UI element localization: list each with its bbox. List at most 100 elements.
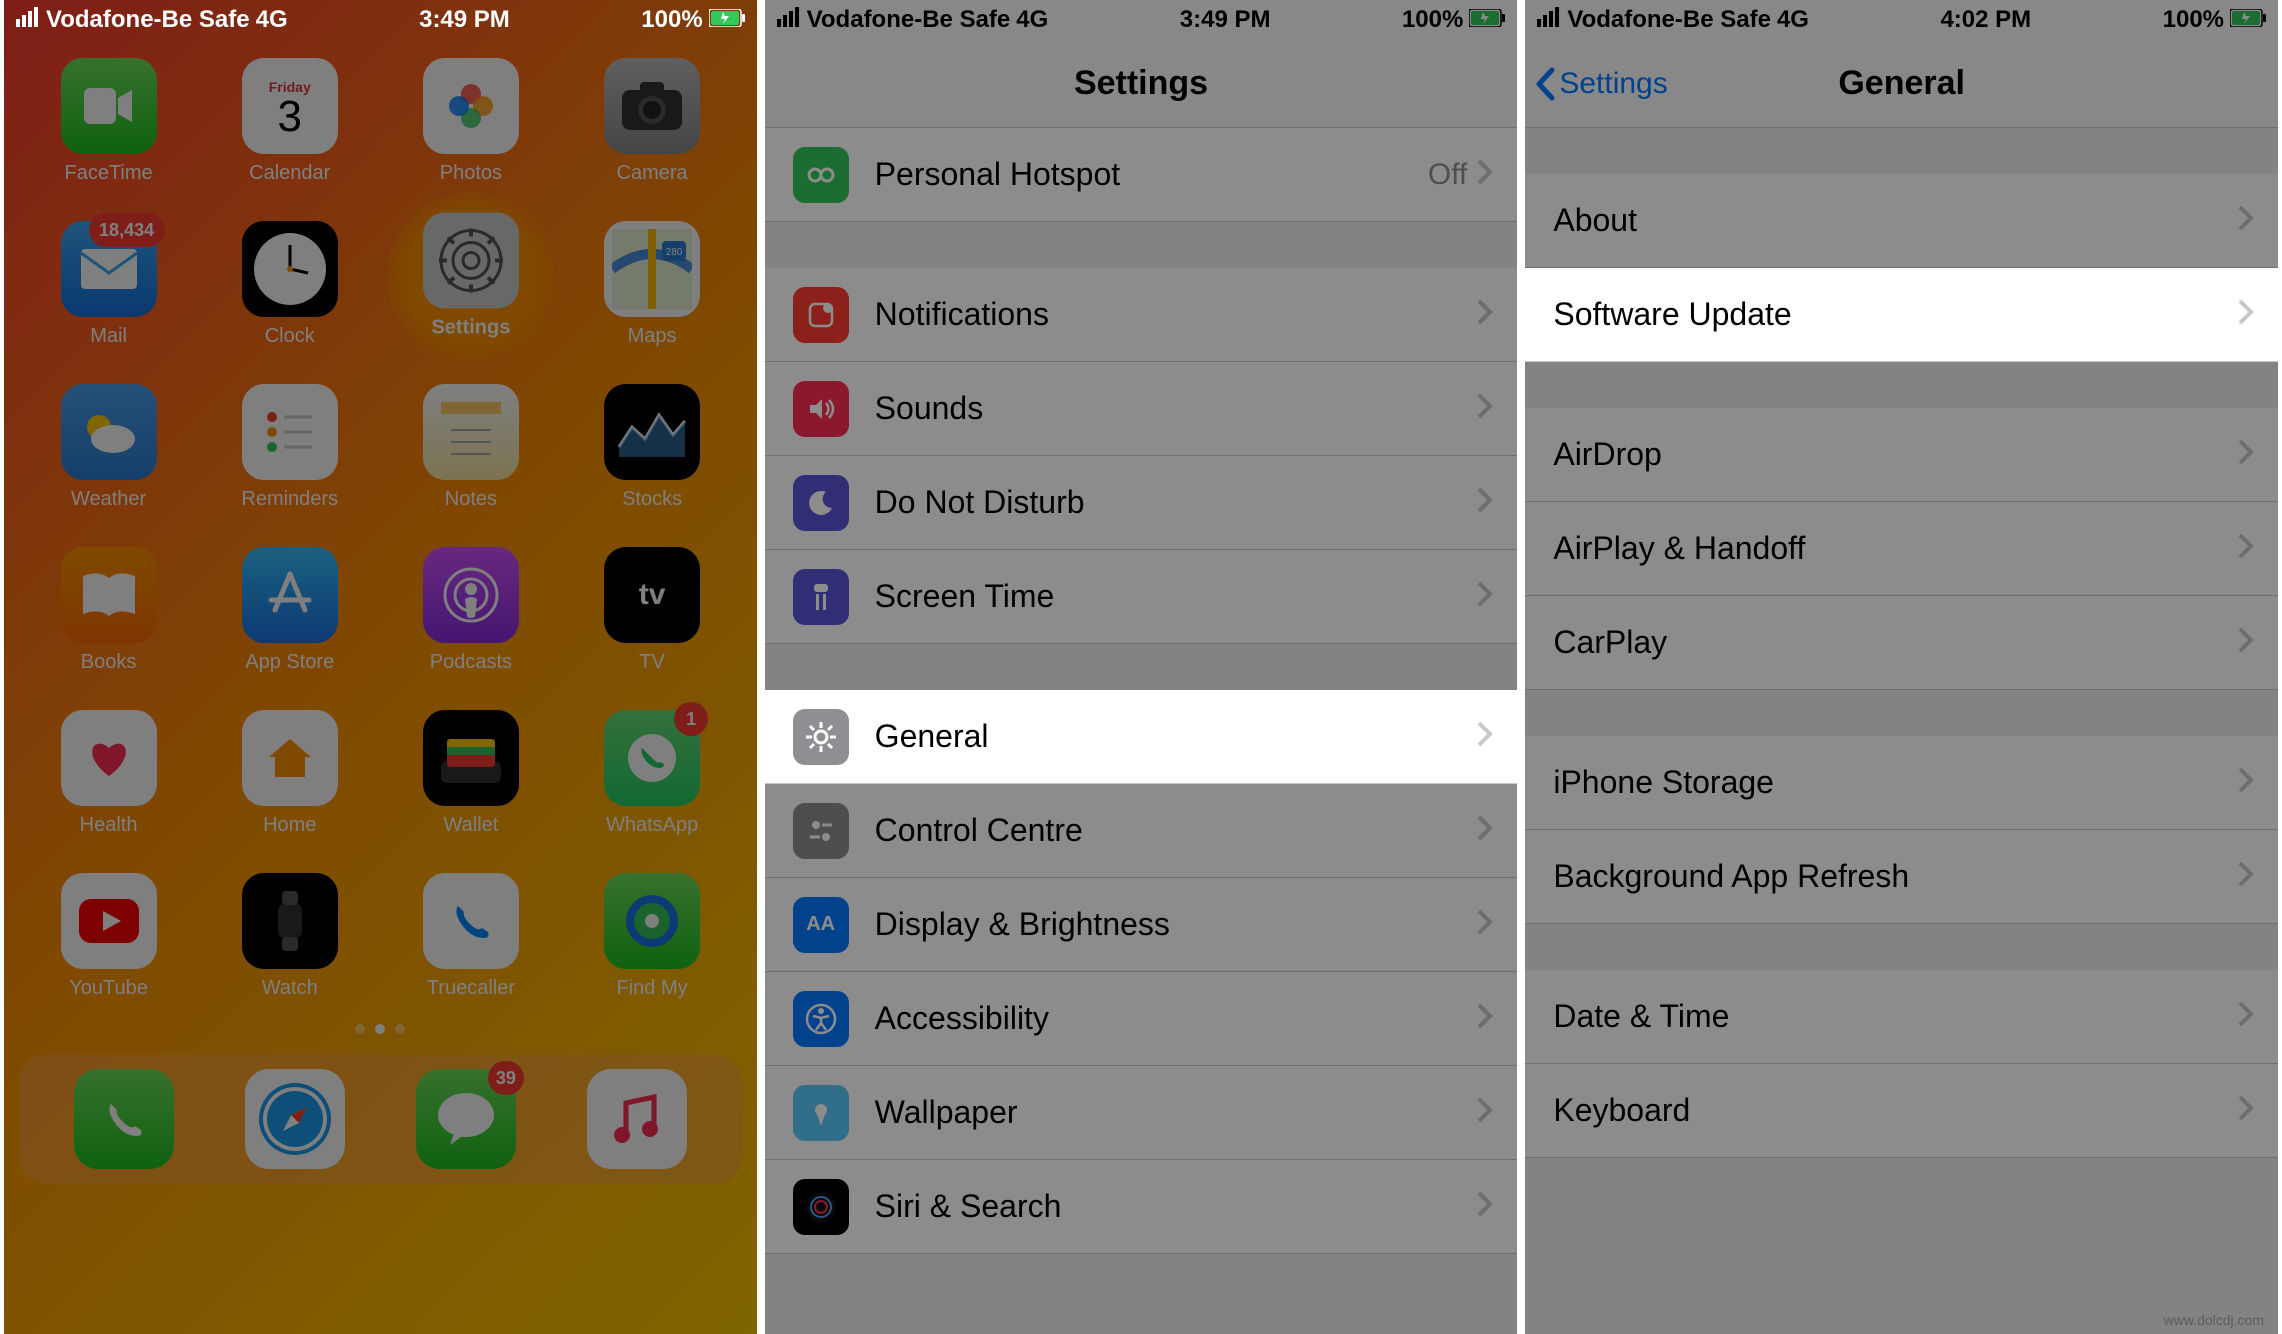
- chevron-right-icon: [1477, 1003, 1493, 1034]
- app-settings[interactable]: Settings Settings: [390, 221, 551, 348]
- chevron-right-icon: [2238, 439, 2254, 470]
- network-label: 4G: [1016, 6, 1048, 34]
- row-do-not-disturb[interactable]: Do Not Disturb: [765, 456, 1518, 550]
- chevron-right-icon: [1477, 581, 1493, 612]
- camera-icon: [604, 58, 700, 154]
- app-maps[interactable]: 280Maps: [572, 221, 733, 348]
- app-mail[interactable]: 18,434Mail: [28, 221, 189, 348]
- chevron-right-icon: [2238, 861, 2254, 892]
- row-airplay-handoff[interactable]: AirPlay & Handoff: [1525, 502, 2278, 596]
- row-general[interactable]: General: [765, 690, 1518, 784]
- general-list[interactable]: About Software Update AirDrop AirPlay & …: [1525, 174, 2278, 1158]
- youtube-icon: [61, 873, 157, 969]
- signal-icon: [777, 6, 801, 34]
- chevron-right-icon: [1477, 1191, 1493, 1222]
- dock-phone[interactable]: [74, 1069, 174, 1169]
- row-about[interactable]: About: [1525, 174, 2278, 268]
- battery-icon: [2230, 6, 2266, 34]
- row-personal-hotspot[interactable]: Personal Hotspot Off: [765, 128, 1518, 222]
- books-icon: [61, 547, 157, 643]
- row-keyboard[interactable]: Keyboard: [1525, 1064, 2278, 1158]
- dock-messages[interactable]: 39: [416, 1069, 516, 1169]
- control-centre-icon: [793, 803, 849, 859]
- row-airdrop[interactable]: AirDrop: [1525, 408, 2278, 502]
- watermark: www.dolcdj.com: [2164, 1312, 2264, 1328]
- app-watch[interactable]: Watch: [209, 873, 370, 1000]
- app-clock[interactable]: Clock: [209, 221, 370, 348]
- dock-music[interactable]: [587, 1069, 687, 1169]
- chevron-right-icon: [1477, 487, 1493, 518]
- app-appstore[interactable]: App Store: [209, 547, 370, 674]
- app-notes[interactable]: Notes: [390, 384, 551, 511]
- messages-icon: 39: [416, 1069, 516, 1169]
- row-siri-search[interactable]: Siri & Search: [765, 1160, 1518, 1254]
- app-whatsapp[interactable]: 1WhatsApp: [572, 710, 733, 837]
- dock-safari[interactable]: [245, 1069, 345, 1169]
- row-notifications[interactable]: Notifications: [765, 268, 1518, 362]
- nav-bar: Settings General: [1525, 40, 2278, 128]
- hotspot-icon: [793, 147, 849, 203]
- page-indicator[interactable]: [4, 1024, 757, 1034]
- safari-icon: [245, 1069, 345, 1169]
- chevron-left-icon: [1535, 67, 1555, 101]
- stocks-icon: [604, 384, 700, 480]
- app-truecaller[interactable]: Truecaller: [390, 873, 551, 1000]
- facetime-icon: [61, 58, 157, 154]
- row-iphone-storage[interactable]: iPhone Storage: [1525, 736, 2278, 830]
- home-icon: [242, 710, 338, 806]
- row-accessibility[interactable]: Accessibility: [765, 972, 1518, 1066]
- back-button[interactable]: Settings: [1535, 67, 1667, 101]
- app-facetime[interactable]: FaceTime: [28, 58, 189, 185]
- app-wallet[interactable]: Wallet: [390, 710, 551, 837]
- row-wallpaper[interactable]: Wallpaper: [765, 1066, 1518, 1160]
- watch-icon: [242, 873, 338, 969]
- wallpaper-icon: [793, 1085, 849, 1141]
- battery-label: 100%: [1402, 6, 1463, 34]
- app-health[interactable]: Health: [28, 710, 189, 837]
- chevron-right-icon: [1477, 393, 1493, 424]
- app-reminders[interactable]: Reminders: [209, 384, 370, 511]
- music-icon: [587, 1069, 687, 1169]
- row-control-centre[interactable]: Control Centre: [765, 784, 1518, 878]
- app-findmy[interactable]: Find My: [572, 873, 733, 1000]
- app-stocks[interactable]: Stocks: [572, 384, 733, 511]
- chevron-right-icon: [2238, 1001, 2254, 1032]
- settings-label: Settings: [431, 317, 510, 340]
- row-background-app-refresh[interactable]: Background App Refresh: [1525, 830, 2278, 924]
- app-weather[interactable]: Weather: [28, 384, 189, 511]
- app-home[interactable]: Home: [209, 710, 370, 837]
- general-screen: Vodafone-Be Safe 4G 4:02 PM 100% Setting…: [1525, 0, 2278, 1334]
- sounds-icon: [793, 381, 849, 437]
- carrier-label: Vodafone-Be Safe: [46, 6, 250, 34]
- time-label: 3:49 PM: [419, 6, 510, 33]
- app-books[interactable]: Books: [28, 547, 189, 674]
- settings-screen: Vodafone-Be Safe 4G 3:49 PM 100% Setting…: [765, 0, 1518, 1334]
- signal-icon: [1537, 6, 1561, 34]
- carrier-label: Vodafone-Be Safe: [807, 6, 1011, 34]
- row-carplay[interactable]: CarPlay: [1525, 596, 2278, 690]
- chevron-right-icon: [2238, 767, 2254, 798]
- battery-icon: [709, 6, 745, 34]
- chevron-right-icon: [1477, 299, 1493, 330]
- app-tv[interactable]: tvTV: [572, 547, 733, 674]
- weather-icon: [61, 384, 157, 480]
- whatsapp-icon: 1: [604, 710, 700, 806]
- chevron-right-icon: [2238, 627, 2254, 658]
- status-bar: Vodafone-Be Safe 4G 3:49 PM 100%: [765, 0, 1518, 40]
- row-screen-time[interactable]: Screen Time: [765, 550, 1518, 644]
- app-podcasts[interactable]: Podcasts: [390, 547, 551, 674]
- settings-list[interactable]: Personal Hotspot Off Notifications Sound…: [765, 128, 1518, 1254]
- display-icon: AA: [793, 897, 849, 953]
- screentime-icon: [793, 569, 849, 625]
- row-display-brightness[interactable]: AA Display & Brightness: [765, 878, 1518, 972]
- row-date-time[interactable]: Date & Time: [1525, 970, 2278, 1064]
- app-youtube[interactable]: YouTube: [28, 873, 189, 1000]
- app-calendar[interactable]: Friday3Calendar: [209, 58, 370, 185]
- row-sounds[interactable]: Sounds: [765, 362, 1518, 456]
- messages-badge: 39: [488, 1061, 524, 1095]
- app-camera[interactable]: Camera: [572, 58, 733, 185]
- row-software-update[interactable]: Software Update: [1525, 268, 2278, 362]
- wallet-icon: [423, 710, 519, 806]
- app-photos[interactable]: Photos: [390, 58, 551, 185]
- chevron-right-icon: [1477, 159, 1493, 190]
